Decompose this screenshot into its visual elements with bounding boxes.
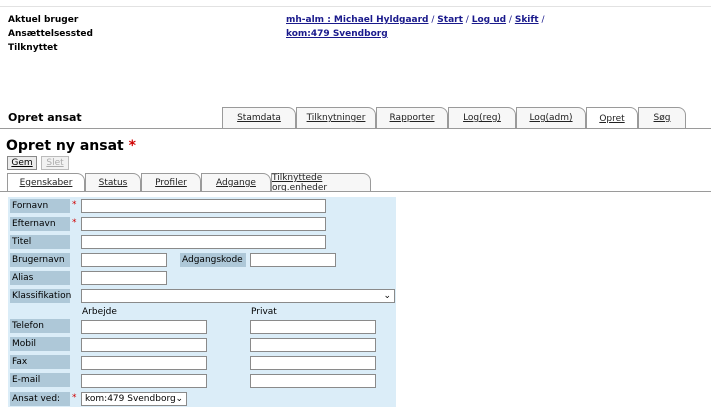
subtab-adgange[interactable]: Adgange [201,173,271,192]
mobile-label: Mobil [10,337,70,351]
header-labels: Aktuel bruger Ansættelsessted Tilknyttet [8,13,93,55]
lastname-input[interactable] [81,217,326,231]
firstname-label: Fornavn [10,199,70,213]
email-private-input[interactable] [250,374,376,388]
required-star: * [72,218,77,228]
separator: / [508,15,512,25]
subtab-tilknyttede-org[interactable]: Tilknyttede org.enheder [271,173,371,193]
current-user-link[interactable]: mh-alm : Michael Hyldgaard [286,15,429,25]
fax-label: Fax [10,355,70,369]
column-work: Arbejde [82,307,117,317]
required-star: * [72,393,77,403]
password-input[interactable] [250,253,336,267]
separator: / [541,15,545,25]
tab-opret[interactable]: Opret [586,107,638,129]
start-link[interactable]: Start [437,15,463,25]
tab-tilknytninger[interactable]: Tilknytninger [296,107,376,128]
current-user-label: Aktuel bruger [8,15,79,25]
mobile-work-input[interactable] [81,338,207,352]
top-divider [0,6,711,7]
logout-link[interactable]: Log ud [472,15,506,25]
title-label: Titel [10,235,70,249]
page-title-text: Opret ny ansat [6,138,124,154]
password-label: Adgangskode [180,253,246,267]
employment-link[interactable]: kom:479 Svendborg [286,29,388,39]
required-star: * [72,200,77,210]
delete-button[interactable]: Slet [41,156,69,170]
chevron-down-icon: ⌄ [383,291,391,301]
header-user-links: mh-alm : Michael Hyldgaard / Start / Log… [286,13,545,41]
column-private: Privat [251,307,277,317]
switch-link[interactable]: Skift [515,15,539,25]
email-label: E-mail [10,373,70,387]
section-title: Opret ansat [8,111,82,124]
username-label: Brugernavn [10,253,70,267]
fax-private-input[interactable] [250,356,376,370]
tab-rapporter[interactable]: Rapporter [376,107,448,128]
phone-label: Telefon [10,319,70,333]
subtabs-baseline [0,191,711,192]
attached-label: Tilknyttet [8,43,58,53]
classification-label: Klassifikation [10,289,72,303]
tab-log-adm[interactable]: Log(adm) [516,107,586,128]
tab-stamdata[interactable]: Stamdata [222,107,296,128]
subtab-status[interactable]: Status [85,173,141,192]
employment-label: Ansættelsessted [8,29,93,39]
required-star: * [128,138,136,154]
separator: / [431,15,435,25]
phone-private-input[interactable] [250,320,376,334]
mobile-private-input[interactable] [250,338,376,352]
employed-at-value: kom:479 Svendborg [85,394,176,404]
tab-soeg[interactable]: Søg [638,107,686,128]
title-input[interactable] [81,235,326,249]
tabs-baseline [0,128,711,129]
alias-input[interactable] [81,271,167,285]
chevron-down-icon: ⌄ [175,394,183,404]
username-input[interactable] [81,253,167,267]
fax-work-input[interactable] [81,356,207,370]
email-work-input[interactable] [81,374,207,388]
phone-work-input[interactable] [81,320,207,334]
separator: / [465,15,469,25]
employed-at-select[interactable]: kom:479 Svendborg ⌄ [81,392,187,406]
lastname-label: Efternavn [10,217,70,231]
employed-at-label: Ansat ved: [10,392,70,406]
subtab-egenskaber[interactable]: Egenskaber [7,173,85,192]
classification-select[interactable]: ⌄ [81,289,395,303]
save-button[interactable]: Gem [7,156,37,170]
page-title: Opret ny ansat * [6,138,136,154]
alias-label: Alias [10,271,70,285]
firstname-input[interactable] [81,199,326,213]
subtab-profiler[interactable]: Profiler [141,173,201,192]
tab-log-reg[interactable]: Log(reg) [448,107,516,128]
